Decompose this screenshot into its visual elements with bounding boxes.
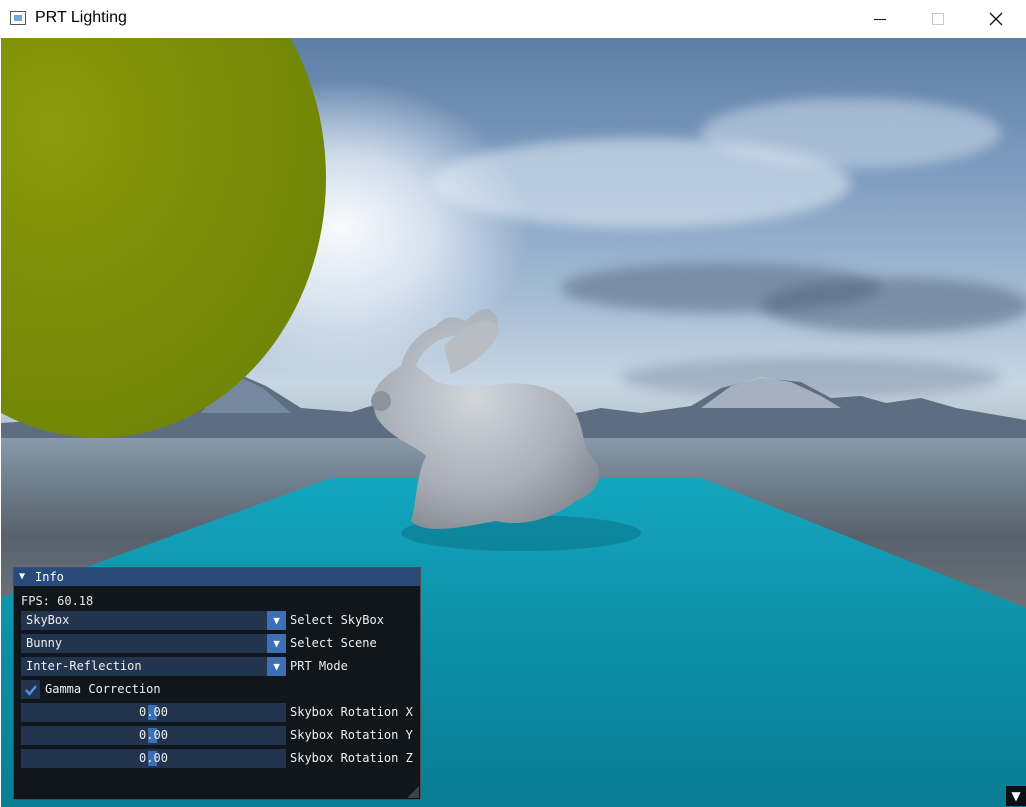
window-title: PRT Lighting [35,9,127,26]
gamma-correction-label: Gamma Correction [45,682,161,696]
prt-mode-select-label: PRT Mode [290,659,348,673]
triangle-down-icon[interactable]: ▼ [1006,786,1026,806]
maximize-button[interactable] [909,0,967,38]
close-button[interactable] [967,0,1025,38]
maximize-icon [932,13,944,25]
chevron-down-icon[interactable]: ▼ [267,634,286,653]
skybox-rotation-x-label: Skybox Rotation X [290,705,413,719]
skybox-select[interactable]: SkyBox ▼ [21,611,286,630]
scene-select-value: Bunny [26,636,63,650]
close-icon [989,12,1003,26]
checkmark-icon [24,684,37,696]
skybox-rotation-z-slider[interactable]: 0.00 [21,749,286,768]
minimize-button[interactable] [851,0,909,38]
prt-mode-select-value: Inter-Reflection [26,659,142,673]
app-window-icon [10,11,26,25]
bunny-model [371,309,600,529]
collapse-arrow-icon[interactable]: ▼ [19,571,25,582]
skybox-rotation-z-value: 0.00 [139,751,168,765]
scene-select[interactable]: Bunny ▼ [21,634,286,653]
skybox-select-value: SkyBox [26,613,70,627]
chevron-down-icon[interactable]: ▼ [267,657,286,676]
info-panel-header[interactable]: ▼ Info [14,568,420,586]
skybox-rotation-y-value: 0.00 [139,728,168,742]
info-panel[interactable]: ▼ Info FPS: 60.18 SkyBox ▼ Select SkyBox… [13,567,421,800]
skybox-select-label: Select SkyBox [290,613,384,627]
scene-select-label: Select Scene [290,636,377,650]
info-panel-title: Info [35,570,64,584]
prt-mode-select[interactable]: Inter-Reflection ▼ [21,657,286,676]
skybox-rotation-x-value: 0.00 [139,705,168,719]
chevron-down-icon[interactable]: ▼ [267,611,286,630]
skybox-rotation-x-slider[interactable]: 0.00 [21,703,286,722]
skybox-rotation-y-label: Skybox Rotation Y [290,728,413,742]
minimize-icon [874,18,886,20]
window-title-bar[interactable]: PRT Lighting [0,0,1026,39]
fps-readout: FPS: 60.18 [21,594,94,608]
panel-resize-grip[interactable] [407,786,419,798]
gamma-correction-checkbox[interactable] [21,680,40,699]
skybox-rotation-y-slider[interactable]: 0.00 [21,726,286,745]
skybox-rotation-z-label: Skybox Rotation Z [290,751,413,765]
